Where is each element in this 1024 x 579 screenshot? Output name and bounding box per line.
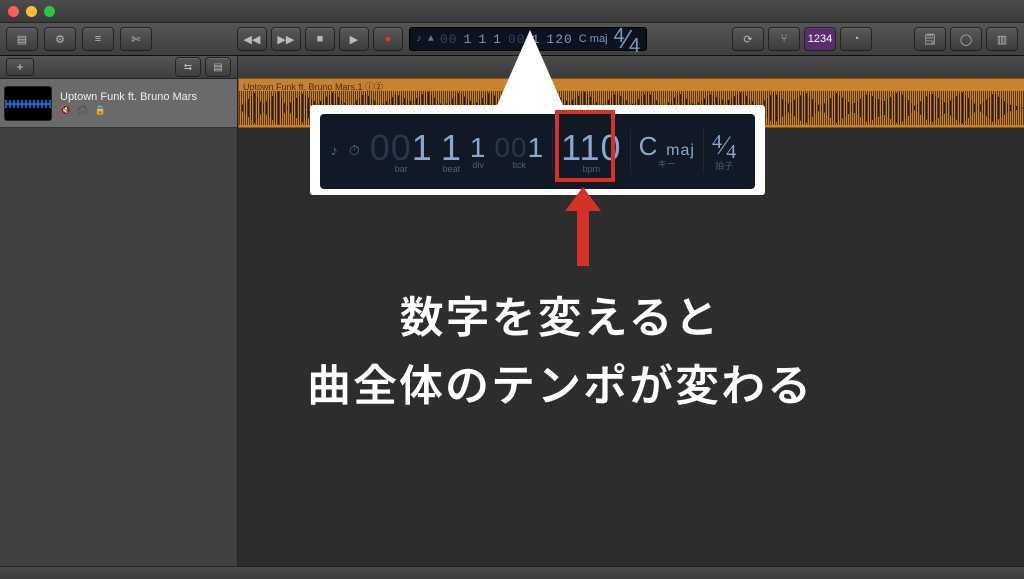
library-button[interactable]: ▤	[6, 27, 38, 51]
record-button[interactable]: ●	[373, 27, 403, 51]
countin-badge[interactable]: 1234	[804, 27, 836, 51]
volume-icon: ◔	[853, 33, 860, 45]
inspector-button[interactable]: ⚙	[44, 27, 76, 51]
stop-icon: ■	[317, 33, 324, 45]
lcd-big-bar[interactable]: 001 bar	[366, 114, 437, 189]
lcd-sep-3	[703, 129, 704, 174]
play-button[interactable]: ▶	[339, 27, 369, 51]
plus-icon: +	[16, 60, 23, 74]
lcd-timesig[interactable]: 4⁄4	[614, 24, 641, 55]
mixer-icon: ≡	[95, 33, 101, 45]
sliders-icon: ⚙	[55, 33, 65, 46]
tuner-button[interactable]: ⑂	[768, 27, 800, 51]
lcd-big-icons: ♪ ⏱	[324, 144, 366, 160]
track-name: Uptown Funk ft. Bruno Mars	[60, 91, 197, 103]
drawer-icon: ▥	[997, 33, 1007, 46]
callout-pointer	[495, 30, 565, 110]
media-browser-button[interactable]: ▥	[986, 27, 1018, 51]
lcd-big-key[interactable]: C maj キー	[635, 114, 699, 189]
track-sidebar-header: + ⇆ ▤	[0, 56, 237, 79]
cycle-button[interactable]: ⟳	[732, 27, 764, 51]
tempo-highlight-box	[555, 110, 615, 182]
notepad-button[interactable]: 🗒	[914, 27, 946, 51]
track-info: Uptown Funk ft. Bruno Mars 🔇 🎧 🔒	[60, 91, 197, 116]
window-titlebar	[0, 0, 1024, 23]
track-header-btn-1[interactable]: ⇆	[175, 57, 201, 77]
tempo-arrow	[565, 187, 601, 266]
lcd-big-div[interactable]: 1 div	[466, 114, 491, 189]
loop-icon: ◯	[960, 33, 972, 46]
toolbar-button-3[interactable]: ≡	[82, 27, 114, 51]
transport-controls: ◀◀ ▶▶ ■ ▶ ●	[237, 27, 403, 51]
tuningfork-icon: ⑂	[781, 33, 788, 45]
lcd-big-beat[interactable]: 1 beat	[437, 114, 466, 189]
annotation-text: 数字を変えると 曲全体のテンポが変わる	[140, 280, 980, 416]
metronome-icon: ▲	[428, 34, 434, 45]
books-icon: ▤	[17, 33, 27, 46]
lcd-sep-2	[630, 129, 631, 174]
window-traffic-lights	[8, 6, 55, 17]
forward-button[interactable]: ▶▶	[271, 27, 301, 51]
countin-label: 1234	[808, 33, 832, 45]
footer-bar	[0, 566, 1024, 579]
lcd-key[interactable]: C maj	[579, 33, 608, 45]
lcd-big: ♪ ⏱ 001 bar 1 beat 1 div 001 tick 110 bp…	[320, 114, 755, 189]
lcd-bar[interactable]: 1	[464, 32, 473, 47]
scissors-button[interactable]: ✄	[120, 27, 152, 51]
lcd-sep-1	[552, 129, 553, 174]
metronome-icon: ⏱	[349, 144, 360, 160]
note-icon: ♪	[330, 144, 338, 160]
note-icon: ♪	[416, 34, 422, 45]
loop-browser-button[interactable]: ◯	[950, 27, 982, 51]
annotation-line2: 曲全体のテンポが変わる	[140, 348, 980, 416]
add-track-button[interactable]: +	[6, 58, 34, 76]
lcd-bar-pad: 00	[440, 32, 458, 47]
window-close-button[interactable]	[8, 6, 19, 17]
rewind-icon: ◀◀	[243, 33, 260, 46]
headphone-icon[interactable]: 🎧	[77, 105, 88, 116]
scissors-icon: ✄	[131, 33, 140, 46]
timeline-ruler[interactable]	[238, 56, 1024, 79]
lcd-beat[interactable]: 1	[478, 32, 487, 47]
track-row[interactable]: Uptown Funk ft. Bruno Mars 🔇 🎧 🔒	[0, 79, 237, 128]
track-icon	[4, 86, 52, 121]
lock-icon[interactable]: 🔒	[94, 105, 105, 116]
window-zoom-button[interactable]	[44, 6, 55, 17]
mute-icon[interactable]: 🔇	[60, 105, 71, 116]
cycle-icon: ⟳	[743, 33, 752, 46]
annotation-line1: 数字を変えると	[140, 280, 980, 348]
view-buttons: 🗒 ◯ ▥	[914, 27, 1018, 51]
callout-panel: ♪ ⏱ 001 bar 1 beat 1 div 001 tick 110 bp…	[310, 105, 765, 195]
forward-icon: ▶▶	[277, 33, 294, 46]
master-vol-button[interactable]: ◔	[840, 27, 872, 51]
toolbar-right-group: ⟳ ⑂ 1234 ◔	[732, 27, 872, 51]
track-controls: 🔇 🎧 🔒	[60, 105, 197, 116]
note-page-icon: 🗒	[923, 33, 937, 46]
play-icon: ▶	[350, 33, 358, 46]
record-icon: ●	[385, 33, 392, 45]
track-header-btn-2[interactable]: ▤	[205, 57, 231, 77]
lcd-big-timesig[interactable]: 4⁄4 拍子	[708, 114, 740, 189]
window-minimize-button[interactable]	[26, 6, 37, 17]
lcd-big-tick[interactable]: 001 tick	[490, 114, 548, 189]
rewind-button[interactable]: ◀◀	[237, 27, 267, 51]
stop-button[interactable]: ■	[305, 27, 335, 51]
